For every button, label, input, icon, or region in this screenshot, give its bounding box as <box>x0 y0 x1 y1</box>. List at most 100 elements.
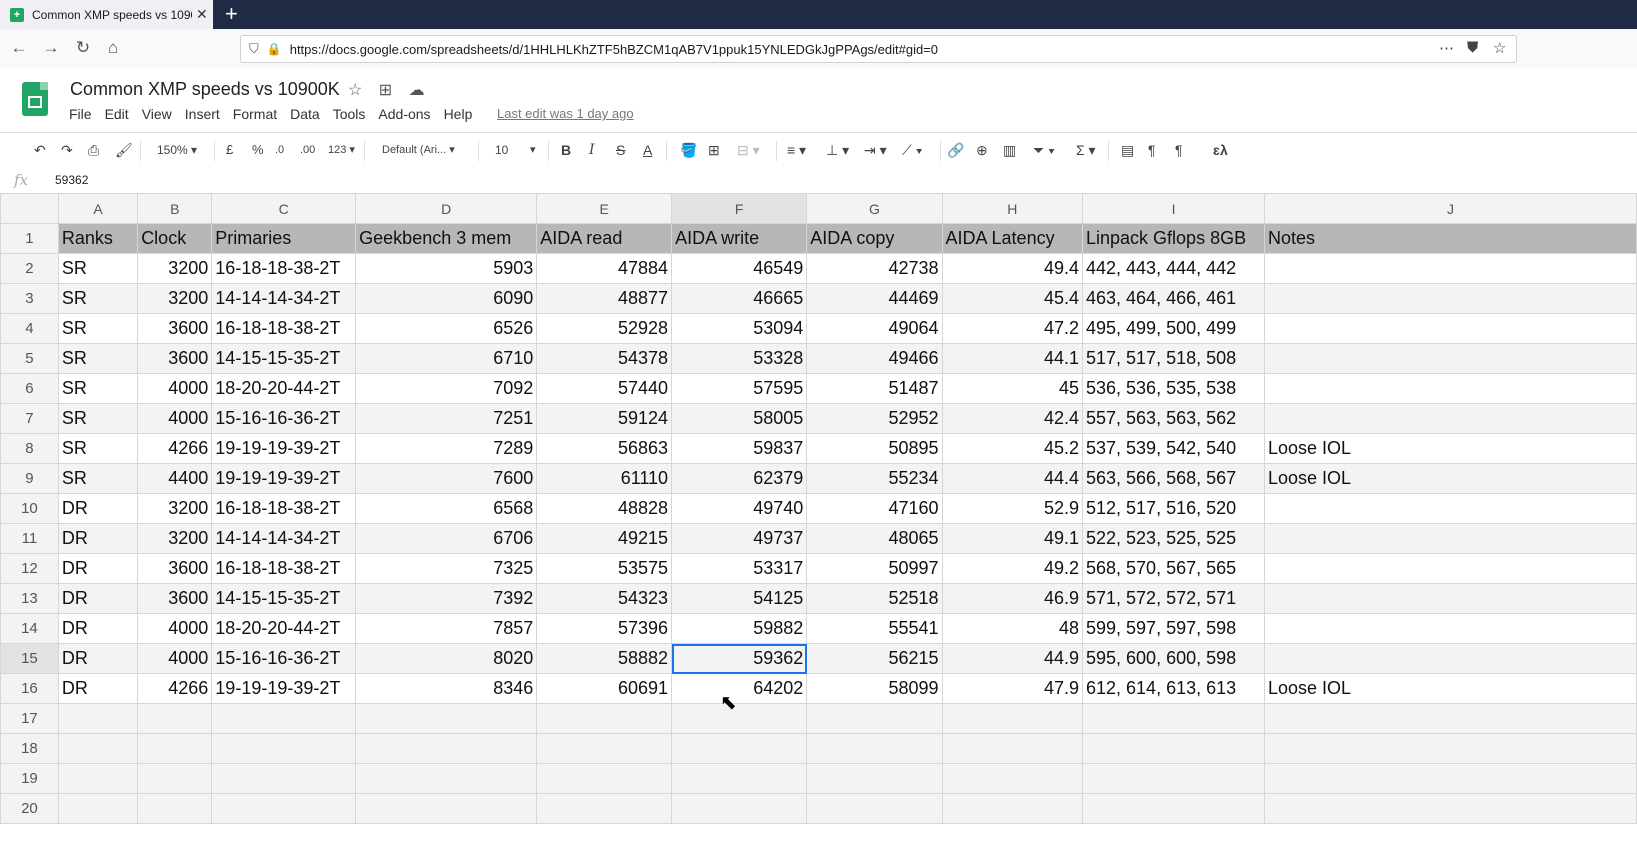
table-cell[interactable]: 19-19-19-39-2T <box>211 463 357 494</box>
table-cell[interactable]: 8020 <box>355 643 538 674</box>
table-cell[interactable]: 6706 <box>355 523 538 554</box>
table-cell[interactable]: 517, 517, 518, 508 <box>1081 343 1266 374</box>
move-folder-icon[interactable]: ⊞ <box>379 82 392 99</box>
url-text[interactable]: https://docs.google.com/spreadsheets/d/1… <box>290 42 938 57</box>
table-cell[interactable] <box>355 763 538 794</box>
row-header-15[interactable]: 15 <box>0 643 59 674</box>
table-cell[interactable]: 57396 <box>536 613 673 644</box>
text-wrap-icon[interactable]: ⇥ ▾ <box>864 141 887 159</box>
table-cell[interactable]: 46549 <box>671 253 808 284</box>
table-cell[interactable]: 49737 <box>671 523 808 554</box>
table-cell[interactable]: 52518 <box>806 583 943 614</box>
header-cell[interactable]: Ranks <box>57 223 139 254</box>
table-cell[interactable]: 4000 <box>137 643 213 674</box>
table-cell[interactable]: 3200 <box>137 253 213 284</box>
table-cell[interactable]: 53094 <box>671 313 808 344</box>
table-cell[interactable]: 49215 <box>536 523 673 554</box>
insert-comment-icon[interactable]: ⊕ <box>976 141 988 159</box>
undo-icon[interactable]: ↶ <box>34 141 46 159</box>
table-cell[interactable]: 15-16-16-36-2T <box>211 403 357 434</box>
table-cell[interactable] <box>671 763 808 794</box>
header-cell[interactable]: Linpack Gflops 8GB <box>1081 223 1266 254</box>
more-formats-select[interactable]: 123 ▾ <box>328 141 355 159</box>
table-cell[interactable]: 60691 <box>536 673 673 704</box>
text-color-button[interactable]: A <box>643 141 652 159</box>
table-cell[interactable]: 4400 <box>137 463 213 494</box>
table-cell[interactable] <box>806 763 943 794</box>
table-cell[interactable]: 7857 <box>355 613 538 644</box>
reload-icon[interactable]: ↻ <box>72 37 94 59</box>
table-cell[interactable]: 4266 <box>137 673 213 704</box>
table-cell[interactable]: 44469 <box>806 283 943 314</box>
table-cell[interactable]: Loose IOL <box>1264 433 1637 464</box>
table-cell[interactable]: 47.9 <box>941 673 1084 704</box>
table-cell[interactable] <box>1264 553 1637 584</box>
ltr-icon[interactable]: ¶ <box>1148 141 1156 159</box>
table-cell[interactable]: 16-18-18-38-2T <box>211 253 357 284</box>
browser-tab[interactable]: + Common XMP speeds vs 10900K ✕ <box>0 0 213 29</box>
menu-help[interactable]: Help <box>444 106 473 122</box>
table-cell[interactable] <box>1264 793 1637 824</box>
table-cell[interactable]: 7392 <box>355 583 538 614</box>
table-cell[interactable] <box>671 703 808 734</box>
star-icon[interactable]: ☆ <box>348 82 362 99</box>
table-cell[interactable]: 557, 563, 563, 562 <box>1081 403 1266 434</box>
table-cell[interactable]: 45.4 <box>941 283 1084 314</box>
table-cell[interactable]: 44.1 <box>941 343 1084 374</box>
row-header-2[interactable]: 2 <box>0 253 59 284</box>
table-cell[interactable]: 18-20-20-44-2T <box>211 613 357 644</box>
table-cell[interactable]: SR <box>57 373 139 404</box>
table-cell[interactable]: DR <box>57 493 139 524</box>
print-icon[interactable]: ⎙ <box>88 141 99 159</box>
table-cell[interactable]: DR <box>57 613 139 644</box>
header-cell[interactable]: AIDA copy <box>806 223 943 254</box>
table-cell[interactable]: 45.2 <box>941 433 1084 464</box>
table-cell[interactable]: 4000 <box>137 613 213 644</box>
table-cell[interactable]: 49466 <box>806 343 943 374</box>
table-cell[interactable] <box>57 763 139 794</box>
table-cell[interactable]: Loose IOL <box>1264 463 1637 494</box>
table-cell[interactable] <box>671 733 808 764</box>
font-size-select[interactable]: 10 <box>495 141 508 159</box>
table-cell[interactable]: 58099 <box>806 673 943 704</box>
table-cell[interactable]: 49.2 <box>941 553 1084 584</box>
table-cell[interactable] <box>211 733 357 764</box>
table-cell[interactable] <box>941 763 1084 794</box>
select-all-corner[interactable] <box>0 193 59 224</box>
freeze-icon[interactable]: ▤ <box>1121 141 1134 159</box>
table-cell[interactable] <box>1264 763 1637 794</box>
table-cell[interactable]: 53575 <box>536 553 673 584</box>
last-edit-link[interactable]: Last edit was 1 day ago <box>497 106 634 121</box>
table-cell[interactable]: 3600 <box>137 583 213 614</box>
table-cell[interactable] <box>1081 733 1266 764</box>
table-cell[interactable]: SR <box>57 253 139 284</box>
column-header-e[interactable]: E <box>536 193 673 224</box>
sheets-logo-icon[interactable] <box>22 82 48 116</box>
table-cell[interactable] <box>806 703 943 734</box>
table-cell[interactable]: 62379 <box>671 463 808 494</box>
table-cell[interactable]: 48828 <box>536 493 673 524</box>
column-header-f[interactable]: F <box>671 193 808 224</box>
menu-file[interactable]: File <box>69 106 92 122</box>
table-cell[interactable]: SR <box>57 343 139 374</box>
table-cell[interactable]: 571, 572, 572, 571 <box>1081 583 1266 614</box>
table-cell[interactable]: 536, 536, 535, 538 <box>1081 373 1266 404</box>
table-cell[interactable]: 7251 <box>355 403 538 434</box>
row-header-4[interactable]: 4 <box>0 313 59 344</box>
header-cell[interactable]: Geekbench 3 mem <box>355 223 538 254</box>
table-cell[interactable]: 54323 <box>536 583 673 614</box>
column-header-h[interactable]: H <box>941 193 1084 224</box>
table-cell[interactable]: 59837 <box>671 433 808 464</box>
chevron-down-icon[interactable]: ▾ <box>530 141 536 159</box>
table-cell[interactable]: 48877 <box>536 283 673 314</box>
cloud-status-icon[interactable]: ☁ <box>409 82 425 99</box>
table-cell[interactable] <box>355 733 538 764</box>
table-cell[interactable]: DR <box>57 583 139 614</box>
table-cell[interactable] <box>941 703 1084 734</box>
table-cell[interactable]: 56863 <box>536 433 673 464</box>
menu-format[interactable]: Format <box>233 106 277 122</box>
table-cell[interactable]: 14-14-14-34-2T <box>211 283 357 314</box>
table-cell[interactable]: 4000 <box>137 403 213 434</box>
table-cell[interactable]: 46.9 <box>941 583 1084 614</box>
table-cell[interactable]: 55234 <box>806 463 943 494</box>
